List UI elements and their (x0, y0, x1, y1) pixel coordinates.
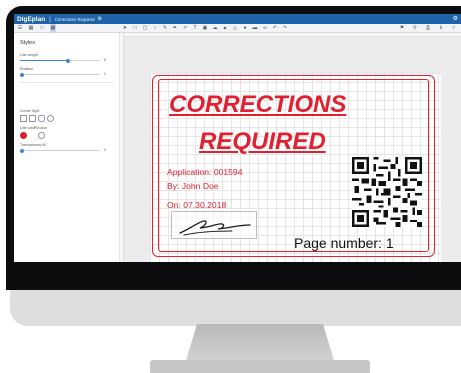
line-weight-slider-handle[interactable] (66, 58, 71, 63)
horizontal-ruler (120, 33, 461, 37)
rotation-slider-handle[interactable] (20, 72, 24, 77)
title-bar: DigEplan | Corrections Required ⚙ ⚙ (14, 14, 461, 24)
corner-style-options (20, 115, 54, 122)
ellipse-icon[interactable]: ○ (152, 24, 158, 33)
text-icon[interactable]: T (192, 24, 198, 33)
line-weight-label: Line weight (20, 53, 38, 57)
pen-icon[interactable]: ✒ (172, 24, 178, 33)
corner-square-option[interactable] (20, 115, 27, 122)
corrections-stamp[interactable]: CORRECTIONS REQUIRED Application: 001594… (152, 75, 435, 257)
line-weight-value: 8 (104, 58, 106, 62)
application-number: Application: 001594 (167, 167, 243, 177)
square-icon[interactable]: ▢ (142, 24, 148, 33)
toolbar: ☰ ▦ □ ▩ ➤ □ ▢ ○ ✎ ✒ ➚ T ▣ ☁ ▲ △ ● ▬ ∞ ↶ … (14, 23, 461, 33)
search-icon[interactable]: ⚲ (412, 24, 418, 33)
cloud-icon[interactable]: ☁ (212, 24, 218, 33)
rotation-slider[interactable] (20, 72, 100, 77)
monitor: DigEplan | Corrections Required ⚙ ⚙ ☰ ▦ … (0, 6, 461, 326)
line-style-icon[interactable]: ▬ (252, 24, 258, 33)
reviewer-name: By: John Doe (167, 181, 219, 191)
undo-icon[interactable]: ↶ (272, 24, 278, 33)
image-icon[interactable]: ▣ (202, 24, 208, 33)
page-icon[interactable]: □ (39, 24, 45, 33)
app-title: DigEplan (17, 15, 46, 23)
stamp-icon[interactable]: ▲ (222, 24, 228, 33)
print-icon[interactable]: ⎙ (425, 24, 431, 33)
tools-icon[interactable]: ✓ (451, 24, 457, 33)
menu-icon[interactable]: ☰ (17, 24, 23, 33)
qr-code-image (352, 157, 422, 227)
view-tools: ⚑ ⚲ ⎙ ℹ ✓ (399, 24, 457, 33)
gear-icon[interactable]: ⚙ (97, 16, 101, 22)
document-canvas[interactable]: CORRECTIONS REQUIRED Application: 001594… (120, 33, 461, 262)
color-icon[interactable]: ● (242, 24, 248, 33)
review-date: On: 07.30.2018 (167, 200, 227, 210)
transparency-slider-handle[interactable] (20, 148, 24, 153)
fill-color-swatch[interactable] (38, 132, 45, 139)
info-icon[interactable]: ℹ (438, 24, 444, 33)
bookmark-icon[interactable]: ⚑ (399, 24, 405, 33)
title-separator: | (49, 15, 51, 23)
settings-icon[interactable]: ⚙ (453, 15, 458, 22)
panel-heading: Styles (20, 40, 35, 46)
transparency-label: Transparency fill (20, 143, 46, 147)
transparency-slider[interactable] (20, 148, 100, 153)
transparency-value: 0 (104, 148, 106, 152)
link-icon[interactable]: ∞ (262, 24, 268, 33)
page-number: Page number: 1 (294, 235, 394, 251)
styles-panel: Styles Line weight 8 Rotation 0 Corner S… (14, 33, 120, 262)
rotation-label: Rotation (20, 67, 34, 71)
corner-rounded-option[interactable] (38, 115, 45, 122)
arrow-icon[interactable]: ➚ (182, 24, 188, 33)
pencil-icon[interactable]: ✎ (162, 24, 168, 33)
monitor-chin (10, 290, 461, 326)
monitor-stand-base (150, 360, 370, 373)
corner-style-label: Corner Style (20, 109, 40, 113)
stamp-title-line2: REQUIRED (199, 128, 326, 155)
corner-slight-option[interactable] (29, 115, 36, 122)
monitor-stand-neck (185, 324, 335, 364)
panel-divider (20, 82, 114, 83)
document-page[interactable]: CORRECTIONS REQUIRED Application: 001594… (150, 73, 441, 262)
app-screen: DigEplan | Corrections Required ⚙ ⚙ ☰ ▦ … (14, 14, 461, 262)
signature-box (171, 211, 257, 239)
stamp-title-line1: CORRECTIONS (169, 91, 347, 118)
desktop-scene: DigEplan | Corrections Required ⚙ ⚙ ☰ ▦ … (0, 0, 461, 373)
redo-icon[interactable]: ↷ (282, 24, 288, 33)
line-weight-slider-fill (20, 60, 68, 62)
line-color-swatch[interactable] (20, 132, 27, 139)
rectangle-icon[interactable]: □ (132, 24, 138, 33)
corner-circle-option[interactable] (47, 115, 54, 122)
line-color-label: Line color (20, 126, 36, 130)
line-weight-slider[interactable] (20, 58, 100, 63)
grid-icon[interactable]: ▦ (28, 24, 34, 33)
signature-image (179, 220, 251, 236)
measure-icon[interactable]: △ (232, 24, 238, 33)
drawing-tools: ➤ □ ▢ ○ ✎ ✒ ➚ T ▣ ☁ ▲ △ ● ▬ ∞ ↶ ↷ (122, 24, 288, 33)
fill-color-label: Fill color (34, 126, 48, 130)
vertical-ruler (120, 33, 124, 262)
rotation-value: 0 (104, 72, 106, 76)
document-tab[interactable]: Corrections Required (55, 17, 95, 22)
select-icon[interactable]: ➤ (122, 24, 128, 33)
stamp-tool-icon[interactable]: ▩ (50, 23, 56, 33)
